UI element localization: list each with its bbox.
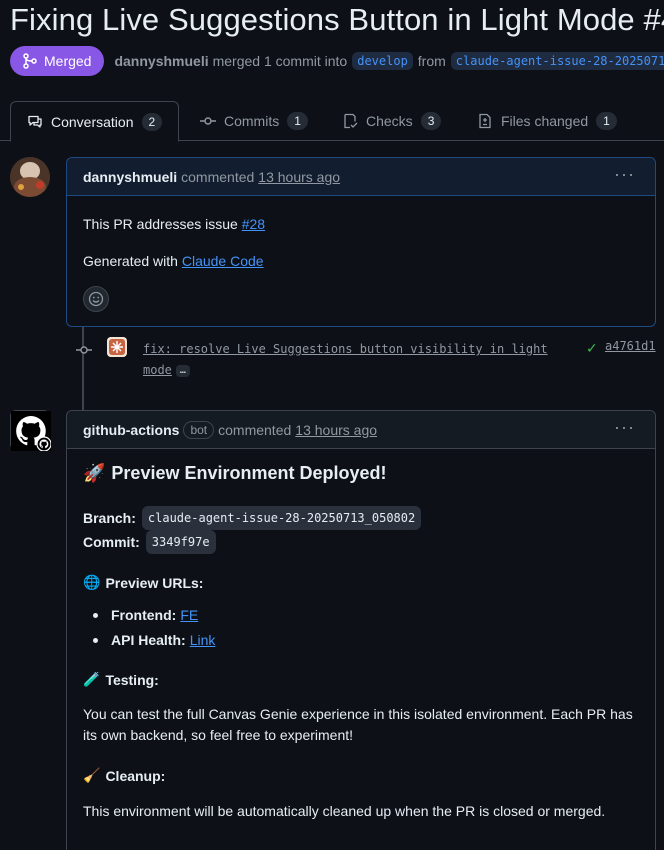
comment-menu-icon[interactable]: ···	[614, 418, 635, 436]
tab-conversation[interactable]: Conversation 2	[10, 101, 180, 142]
api-health-link[interactable]: Link	[190, 628, 216, 653]
preview-urls-heading: 🌐 Preview URLs:	[83, 574, 639, 591]
pr-author-link[interactable]: dannyshmueli	[114, 53, 208, 69]
cleanup-heading: 🧹 Cleanup:	[83, 767, 639, 784]
preview-url-list: Frontend: FE API Health: Link	[83, 603, 639, 653]
from-text: from	[417, 53, 446, 69]
comment-action: commented	[218, 421, 292, 438]
branch-label: Branch:	[83, 510, 136, 526]
branch-value: claude-agent-issue-28-20250713_050802	[141, 506, 422, 530]
comment-discussion-icon	[28, 115, 42, 128]
pr-title: Fixing Live Suggestions Button in Light …	[10, 2, 664, 37]
branch-line: Branch: claude-agent-issue-28-20250713_0…	[83, 506, 639, 530]
check-icon[interactable]: ✓	[586, 340, 598, 357]
generated-text: Generated with	[83, 253, 178, 269]
tab-conversation-count: 2	[141, 112, 163, 131]
commit-label: Commit:	[83, 534, 140, 550]
avatar[interactable]	[10, 410, 52, 452]
comment-action: commented	[181, 168, 255, 185]
preview-urls-heading-text: Preview URLs:	[105, 574, 204, 591]
user-avatar-image	[10, 157, 50, 197]
comment-card: dannyshmueli commented 13 hours ago ··· …	[66, 157, 656, 327]
commit-value: 3349f97e	[145, 530, 216, 554]
commit-sha-link[interactable]: a4761d1	[605, 339, 656, 353]
merge-text: merged 1 commit into	[212, 53, 348, 69]
file-diff-icon	[479, 113, 491, 129]
pr-meta: Merged dannyshmueli merged 1 commit into…	[10, 46, 664, 76]
commit-line: Commit: 3349f97e	[83, 530, 639, 554]
tab-conversation-label: Conversation	[51, 113, 134, 130]
checklist-icon	[344, 113, 358, 129]
comment-header: github-actions bot commented 13 hours ag…	[67, 411, 655, 449]
frontend-label: Frontend:	[111, 607, 177, 623]
comment-menu-icon[interactable]: ···	[614, 165, 635, 183]
testing-heading-text: Testing:	[105, 671, 159, 688]
deploy-heading-text: Preview Environment Deployed!	[111, 463, 387, 483]
comment-author[interactable]: dannyshmueli	[83, 169, 177, 185]
tab-files-changed-count: 1	[596, 112, 617, 130]
base-branch[interactable]: develop	[352, 52, 413, 70]
merged-label: Merged	[44, 53, 92, 69]
rocket-icon: 🚀	[83, 463, 106, 483]
tab-commits-count: 1	[287, 112, 308, 130]
bot-badge: bot	[183, 420, 215, 439]
tab-files-changed[interactable]: Files changed 1	[477, 101, 617, 141]
commit-message-text[interactable]: fix: resolve Live Suggestions button vis…	[143, 342, 548, 377]
avatar[interactable]	[10, 157, 50, 197]
comment-timestamp[interactable]: 13 hours ago	[258, 169, 340, 185]
tab-checks-label: Checks	[366, 113, 413, 129]
tab-checks-count: 3	[420, 112, 442, 130]
commit-row: fix: resolve Live Suggestions button vis…	[76, 337, 664, 381]
claude-code-link[interactable]: Claude Code	[182, 253, 264, 269]
frontend-link[interactable]: FE	[180, 603, 198, 628]
issue-text: This PR addresses issue	[83, 216, 238, 232]
api-health-label: API Health:	[111, 632, 186, 648]
globe-icon: 🌐	[83, 574, 101, 590]
claude-app-icon	[107, 337, 127, 357]
git-commit-icon	[76, 346, 92, 354]
cleanup-heading-text: Cleanup:	[105, 767, 166, 784]
pr-tabs: Conversation 2 Commits 1 Checks 3 Files …	[0, 101, 664, 142]
testing-heading: 🧪 Testing:	[83, 671, 639, 688]
list-item: Frontend: FE	[83, 603, 639, 628]
smiley-icon	[88, 291, 104, 307]
add-reaction-button[interactable]	[83, 286, 109, 312]
test-tube-icon: 🧪	[83, 671, 101, 687]
comment-body: 🚀 Preview Environment Deployed! Branch: …	[83, 463, 639, 822]
tab-commits[interactable]: Commits 1	[200, 101, 308, 141]
merged-status-badge: Merged	[10, 46, 105, 76]
list-item: API Health: Link	[83, 628, 639, 653]
github-actions-avatar	[11, 411, 52, 452]
head-branch[interactable]: claude-agent-issue-28-2025071	[450, 52, 664, 70]
broom-icon: 🧹	[83, 767, 101, 783]
testing-text: You can test the full Canvas Genie exper…	[83, 706, 633, 743]
tab-files-changed-label: Files changed	[501, 113, 589, 129]
tab-checks[interactable]: Checks 3	[342, 101, 442, 141]
comment-card: github-actions bot commented 13 hours ag…	[66, 410, 656, 850]
deploy-heading: 🚀 Preview Environment Deployed!	[83, 463, 639, 484]
issue-link[interactable]: #28	[242, 216, 265, 232]
comment-author[interactable]: github-actions	[83, 422, 179, 438]
comment-header: dannyshmueli commented 13 hours ago	[67, 158, 655, 196]
commit-message[interactable]: fix: resolve Live Suggestions button vis…	[143, 339, 563, 381]
git-commit-icon	[200, 117, 216, 125]
merge-icon	[23, 53, 37, 69]
comment-body: This PR addresses issue #28 Generated wi…	[83, 213, 265, 287]
cleanup-text: This environment will be automatically c…	[83, 803, 606, 819]
tab-commits-label: Commits	[224, 113, 280, 129]
comment-timestamp[interactable]: 13 hours ago	[295, 422, 377, 438]
expand-commit-button[interactable]: …	[175, 364, 190, 377]
